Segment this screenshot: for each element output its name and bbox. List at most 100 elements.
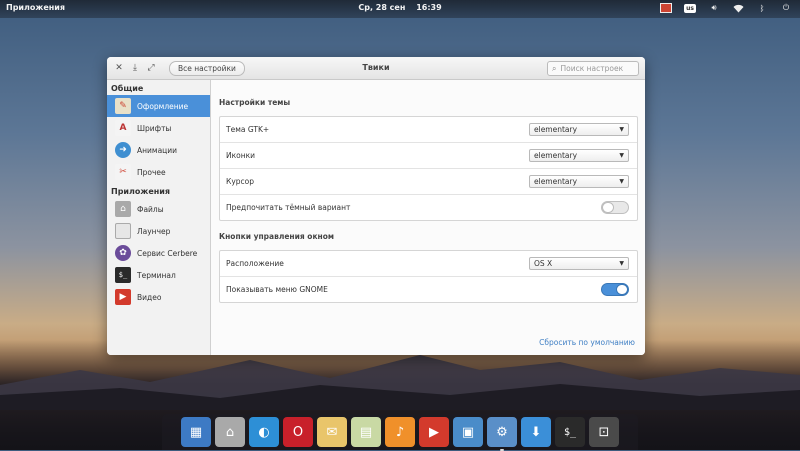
misc-icon: ✂ <box>115 164 131 180</box>
cursor-theme-label: Курсор <box>226 177 254 186</box>
calendar-icon: ▤ <box>359 424 373 440</box>
system-settings-icon: ⚙ <box>496 424 508 440</box>
sidebar-item-launcher[interactable]: Лаунчер <box>107 220 210 242</box>
sidebar-item-label: Оформление <box>137 101 189 111</box>
sidebar-item-label: Прочее <box>137 167 166 177</box>
photos-icon: ▣ <box>461 424 475 440</box>
screenshot-icon: ⊡ <box>598 424 610 440</box>
sidebar-item-animations[interactable]: ➜ Анимации <box>107 139 210 161</box>
sidebar-item-label: Анимации <box>137 145 178 155</box>
dark-variant-label: Предпочитать тёмный вариант <box>226 203 351 212</box>
settings-content: Настройки темы Тема GTK+ elementary ▼ Ик… <box>211 80 645 355</box>
bluetooth-icon[interactable]: ᛒ <box>756 2 768 14</box>
title-bar[interactable]: ✕ ⤓ ⤢ Все настройки Твики ⌕ Поиск настро… <box>107 57 645 80</box>
dark-variant-switch[interactable] <box>601 201 629 214</box>
sidebar-item-files[interactable]: ⌂ Файлы <box>107 198 210 220</box>
dropdown-arrow-icon: ▼ <box>619 152 624 159</box>
dock-midori-browser[interactable]: ◐ <box>249 417 279 447</box>
gnome-menu-switch[interactable] <box>601 283 629 296</box>
switch-knob <box>602 202 614 213</box>
dock-files[interactable]: ⌂ <box>215 417 245 447</box>
appcenter-icon: ⬇ <box>530 424 542 440</box>
reset-defaults-link[interactable]: Сбросить по умолчанию <box>539 338 635 347</box>
sidebar-item-label: Видео <box>137 292 162 302</box>
sidebar-item-terminal[interactable]: $_ Терминал <box>107 264 210 286</box>
window-controls-header: Кнопки управления окном <box>219 232 335 241</box>
cursor-theme-dropdown[interactable]: elementary ▼ <box>529 175 629 188</box>
dropdown-arrow-icon: ▼ <box>619 260 624 267</box>
dock-opera-browser[interactable]: O <box>283 417 313 447</box>
dock-calendar[interactable]: ▤ <box>351 417 381 447</box>
terminal-icon: $_ <box>563 426 577 438</box>
videos-icon: ▶ <box>429 424 439 440</box>
dock-multitasking-view[interactable]: ▦ <box>181 417 211 447</box>
icons-theme-value: elementary <box>534 151 578 160</box>
dock-appcenter[interactable]: ⬇ <box>521 417 551 447</box>
files-icon: ⌂ <box>225 424 235 440</box>
switch-knob <box>616 284 628 295</box>
sidebar-item-fonts[interactable]: A Шрифты <box>107 117 210 139</box>
layout-label: Расположение <box>226 259 284 268</box>
top-panel: Приложения Ср, 28 сен 16:39 us 🔊︎ ᛒ ⏻ <box>0 0 800 18</box>
cerbere-icon: ✿ <box>115 245 131 261</box>
keyboard-layout-label: us <box>684 3 696 13</box>
sidebar-item-label: Сервис Cerbere <box>137 248 198 258</box>
gnome-menu-label: Показывать меню GNOME <box>226 285 328 294</box>
sidebar-item-label: Шрифты <box>137 123 172 133</box>
system-tray: us 🔊︎ ᛒ ⏻ <box>660 2 792 14</box>
midori-browser-icon: ◐ <box>258 424 270 440</box>
dock-music[interactable]: ♪ <box>385 417 415 447</box>
video-icon: ▶ <box>115 289 131 305</box>
launcher-icon <box>115 223 131 239</box>
search-input[interactable]: ⌕ Поиск настроек <box>547 61 639 76</box>
dock-mail[interactable]: ✉ <box>317 417 347 447</box>
icons-theme-row: Иконки elementary ▼ <box>220 143 637 169</box>
keyboard-layout-indicator[interactable]: us <box>684 2 696 14</box>
theme-settings-header: Настройки темы <box>219 98 291 107</box>
icons-theme-label: Иконки <box>226 151 256 160</box>
dark-variant-row: Предпочитать тёмный вариант <box>220 195 637 220</box>
opera-browser-icon: O <box>292 424 304 440</box>
volume-icon[interactable]: 🔊︎ <box>708 2 720 14</box>
dock-photos[interactable]: ▣ <box>453 417 483 447</box>
dock-videos[interactable]: ▶ <box>419 417 449 447</box>
layout-value: OS X <box>534 259 553 268</box>
dock-system-settings[interactable]: ⚙ <box>487 417 517 451</box>
music-icon: ♪ <box>395 424 405 440</box>
cursor-theme-value: elementary <box>534 177 578 186</box>
dock-screenshot[interactable]: ⊡ <box>589 417 619 447</box>
search-placeholder: Поиск настроек <box>560 64 624 73</box>
gtk-theme-value: elementary <box>534 125 578 134</box>
sidebar: Общие ✎ Оформление A Шрифты ➜ Анимации ✂… <box>107 80 211 355</box>
dropdown-arrow-icon: ▼ <box>619 178 624 185</box>
sidebar-item-misc[interactable]: ✂ Прочее <box>107 161 210 183</box>
cursor-theme-row: Курсор elementary ▼ <box>220 169 637 195</box>
dock-terminal[interactable]: $_ <box>555 417 585 447</box>
window-controls-group: Расположение OS X ▼ Показывать меню GNOM… <box>219 250 638 303</box>
layout-dropdown[interactable]: OS X ▼ <box>529 257 629 270</box>
time-label: 16:39 <box>416 3 442 12</box>
theme-settings-group: Тема GTK+ elementary ▼ Иконки elementary… <box>219 116 638 221</box>
multitasking-view-icon: ▦ <box>189 424 203 440</box>
wifi-icon[interactable] <box>732 2 744 14</box>
icons-theme-dropdown[interactable]: elementary ▼ <box>529 149 629 162</box>
dock: ▦ ⌂ ◐ O ✉ ▤ ♪ ▶ ▣ ⚙ ⬇ $_ ⊡ <box>162 414 638 451</box>
files-icon: ⌂ <box>115 201 131 217</box>
sidebar-item-video[interactable]: ▶ Видео <box>107 286 210 308</box>
sidebar-item-appearance[interactable]: ✎ Оформление <box>107 95 210 117</box>
sidebar-item-cerbere[interactable]: ✿ Сервис Cerbere <box>107 242 210 264</box>
sidebar-item-label: Терминал <box>137 270 176 280</box>
appearance-icon: ✎ <box>115 98 131 114</box>
mail-icon: ✉ <box>326 424 338 440</box>
gtk-theme-label: Тема GTK+ <box>226 125 270 134</box>
dropdown-arrow-icon: ▼ <box>619 126 624 133</box>
gtk-theme-dropdown[interactable]: elementary ▼ <box>529 123 629 136</box>
sidebar-item-label: Лаунчер <box>137 226 171 236</box>
sidebar-item-label: Файлы <box>137 204 164 214</box>
screen-indicator-icon[interactable] <box>660 2 672 14</box>
fonts-icon: A <box>115 120 131 136</box>
layout-row: Расположение OS X ▼ <box>220 251 637 277</box>
power-icon[interactable]: ⏻ <box>780 2 792 14</box>
gnome-menu-row: Показывать меню GNOME <box>220 277 637 302</box>
search-icon: ⌕ <box>552 63 557 73</box>
